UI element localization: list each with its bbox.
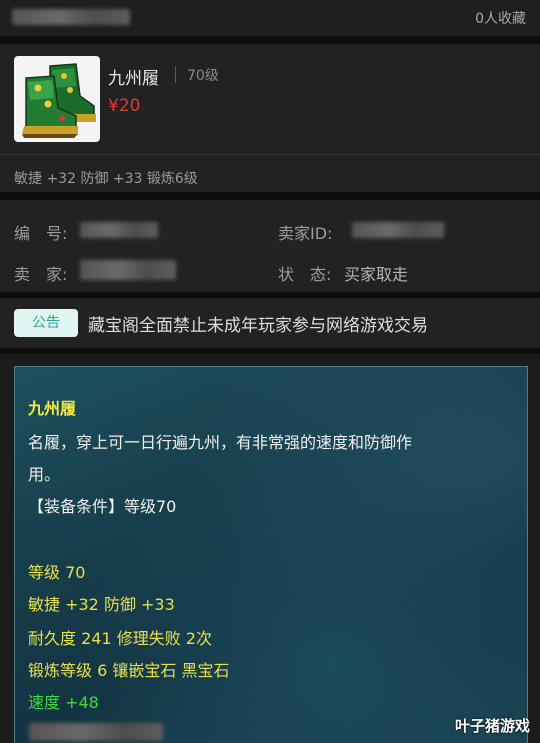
number-label: 编 号:	[14, 224, 68, 243]
tooltip-requirement: 【装备条件】等级70	[28, 497, 177, 516]
item-level: 70级	[187, 68, 219, 84]
item-tooltip: 九州履 名履，穿上可一日行遍九州，有非常强的速度和防御作 用。 【装备条件】等级…	[14, 366, 528, 743]
blurred-title	[12, 9, 130, 25]
item-stats: 敏捷 +32 防御 +33 锻炼6级	[14, 171, 198, 187]
blurred-number	[80, 222, 158, 238]
tooltip-desc-line1: 名履，穿上可一日行遍九州，有非常强的速度和防御作	[28, 433, 413, 452]
notice-text: 藏宝阁全面禁止未成年玩家参与网络游戏交易	[88, 316, 428, 336]
top-bar: 0人收藏	[0, 0, 540, 36]
trade-info: 编 号: 卖家ID: 卖 家: 状 态: 买家取走	[0, 200, 540, 292]
watermark: 叶子猪游戏	[454, 717, 530, 735]
tooltip-level: 等级 70	[28, 563, 86, 582]
divider	[0, 154, 540, 155]
item-price: ¥20	[108, 96, 141, 116]
name-divider	[175, 66, 176, 83]
tooltip-forge: 锻炼等级 6 镶嵌宝石 黑宝石	[28, 661, 230, 680]
seller-id-label: 卖家ID:	[278, 224, 333, 243]
tooltip-desc-line2: 用。	[28, 465, 61, 484]
tooltip-title: 九州履	[28, 399, 77, 418]
item-name: 九州履	[108, 69, 159, 89]
tooltip-durability: 耐久度 241 修理失败 2次	[28, 629, 212, 648]
divider	[0, 348, 540, 354]
divider	[0, 36, 540, 44]
boots-icon[interactable]	[14, 56, 100, 142]
divider	[0, 192, 540, 200]
status-value: 买家取走	[344, 265, 409, 284]
notice-bar[interactable]: 公告 藏宝阁全面禁止未成年玩家参与网络游戏交易	[0, 298, 540, 348]
tooltip-speed: 速度 +48	[28, 693, 99, 712]
notice-tag: 公告	[14, 309, 78, 337]
blurred-seller	[80, 260, 176, 280]
status-label: 状 态:	[278, 265, 332, 284]
seller-label: 卖 家:	[14, 265, 68, 284]
blurred-extra	[29, 723, 163, 741]
tooltip-attr: 敏捷 +32 防御 +33	[28, 595, 175, 614]
collect-count[interactable]: 0人收藏	[475, 8, 526, 28]
blurred-seller-id	[352, 222, 444, 238]
item-card[interactable]: 九州履 70级 ¥20 敏捷 +32 防御 +33 锻炼6级	[0, 44, 540, 192]
